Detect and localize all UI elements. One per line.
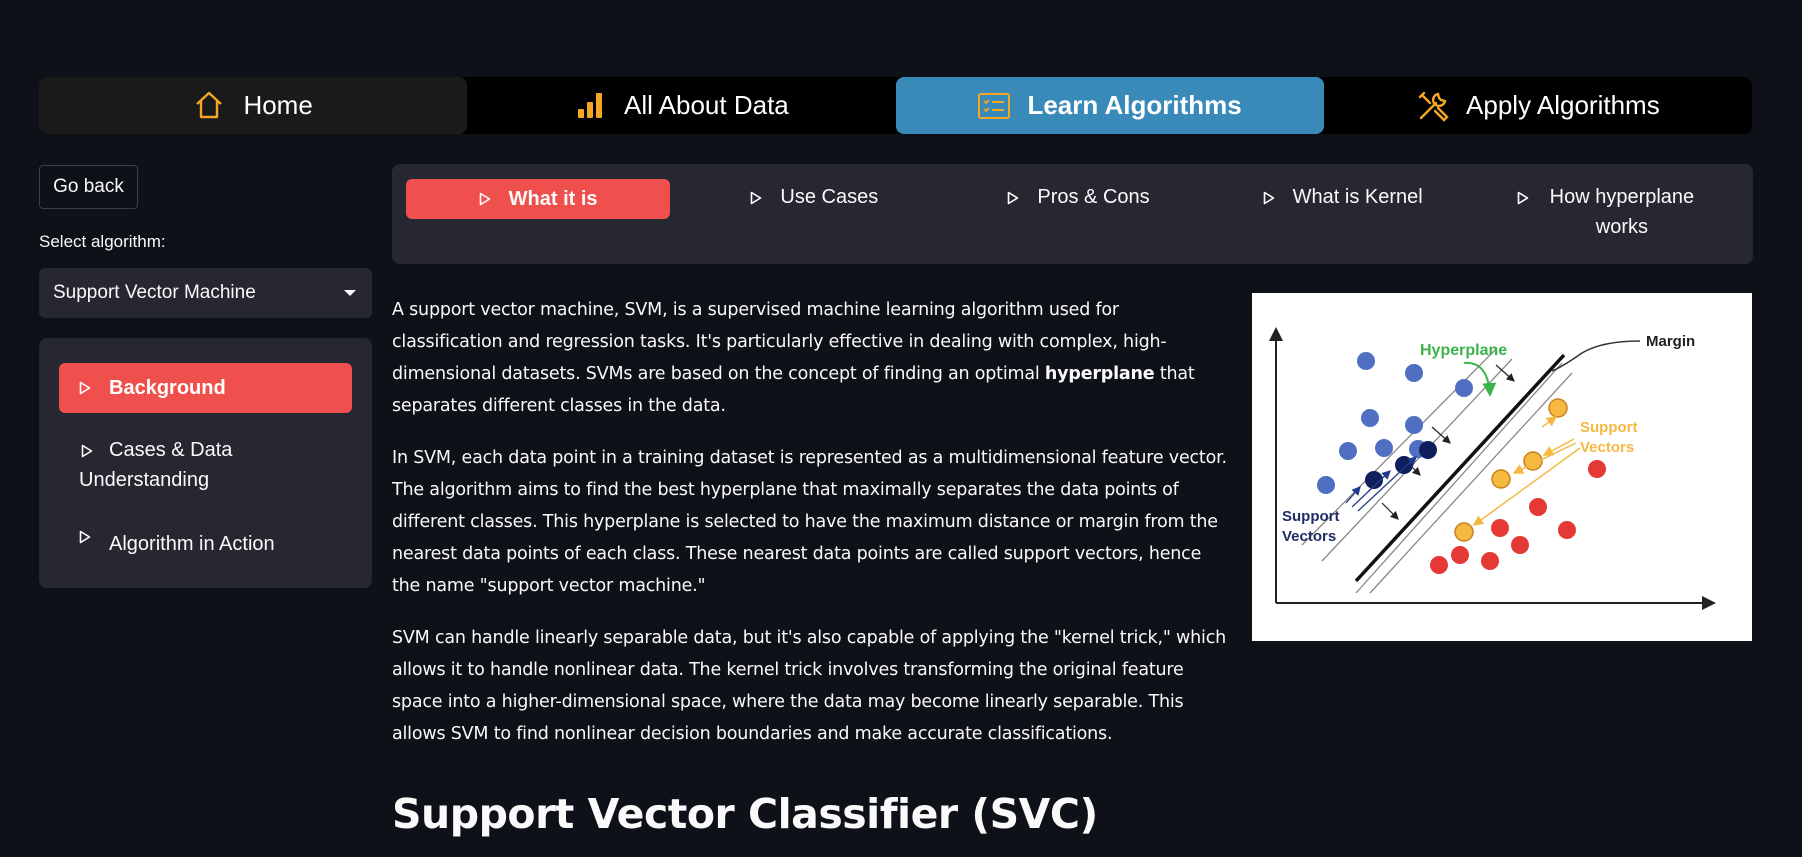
go-back-button[interactable]: Go back	[39, 165, 138, 209]
play-icon	[79, 380, 93, 396]
play-icon	[479, 191, 493, 207]
tab-pros-cons[interactable]: Pros & Cons	[946, 179, 1210, 249]
nav-tab-label: Home	[243, 90, 313, 120]
hyperplane-label: Hyperplane	[1420, 342, 1507, 359]
section-item-algorithm-in-action[interactable]: Algorithm in Action	[59, 517, 352, 571]
play-icon	[1007, 190, 1021, 206]
margin-label: Margin	[1646, 333, 1695, 350]
paragraph-bold-term: hyperplane	[1044, 364, 1155, 384]
section-item-label: Background	[109, 377, 226, 399]
section-item-background[interactable]: Background	[59, 363, 352, 413]
select-algorithm-label: Select algorithm:	[39, 232, 166, 251]
support-vectors-right-label-1: Support	[1580, 419, 1638, 436]
home-icon	[193, 89, 227, 123]
main-nav: Home All About Data Learn Algorithms App…	[39, 77, 1752, 134]
content-tabs: What it is Use Cases Pros & Cons What is…	[392, 164, 1753, 264]
content-body: A support vector machine, SVM, is a supe…	[392, 294, 1230, 770]
section-heading: Support Vector Classifier (SVC)	[392, 790, 1098, 838]
section-item-text: Cases & Data Understanding	[79, 435, 329, 495]
algorithm-select-value: Support Vector Machine	[53, 282, 256, 303]
tab-label: What is Kernel	[1292, 186, 1423, 208]
algorithm-select[interactable]: Support Vector Machine	[39, 268, 372, 318]
tools-icon	[1416, 89, 1450, 123]
support-vectors-right-label-2: Vectors	[1580, 439, 1634, 456]
class-a-points	[1317, 352, 1473, 494]
paragraph-feature-vector: In SVM, each data point in a training da…	[392, 448, 1227, 596]
support-vectors-left-label-1: Support	[1282, 508, 1340, 525]
tab-use-cases[interactable]: Use Cases	[682, 179, 946, 249]
bar-chart-icon	[574, 89, 608, 123]
svm-diagram-svg: Hyperplane Margin Support Vectors Suppor…	[1269, 327, 1716, 610]
tab-how-hyperplane-works[interactable]: How hyperplane works	[1475, 179, 1739, 249]
nav-tab-label: All About Data	[623, 90, 789, 120]
nav-tab-all-about-data[interactable]: All About Data	[467, 77, 895, 134]
nav-tab-label: Learn Algorithms	[1027, 90, 1242, 120]
play-icon	[79, 529, 93, 545]
nav-tab-apply-algorithms[interactable]: Apply Algorithms	[1324, 77, 1752, 134]
nav-tab-home[interactable]: Home	[39, 77, 468, 134]
play-icon	[81, 443, 95, 459]
play-icon	[750, 190, 764, 206]
nav-tab-learn-algorithms[interactable]: Learn Algorithms	[895, 77, 1324, 134]
section-item-label: Cases & Data Understanding	[79, 439, 233, 491]
tab-label: Pros & Cons	[1037, 186, 1150, 208]
play-icon	[1517, 190, 1531, 206]
section-menu: Background Cases & Data Understanding Al…	[39, 338, 372, 588]
tab-label: Use Cases	[780, 186, 879, 208]
list-card-icon	[977, 89, 1011, 123]
tab-label: How hyperplane works	[1549, 186, 1695, 238]
tab-label: What it is	[508, 188, 598, 210]
tab-what-is-kernel[interactable]: What is Kernel	[1211, 179, 1475, 249]
paragraph-intro: A support vector machine, SVM, is a supe…	[392, 294, 1230, 422]
chevron-down-icon	[344, 290, 356, 296]
section-item-label: Algorithm in Action	[109, 533, 275, 555]
support-vectors-left-label-2: Vectors	[1282, 528, 1336, 545]
svm-diagram: Hyperplane Margin Support Vectors Suppor…	[1252, 293, 1752, 641]
section-item-cases-data[interactable]: Cases & Data Understanding	[59, 423, 352, 507]
nav-tab-label: Apply Algorithms	[1466, 90, 1660, 120]
tab-what-it-is[interactable]: What it is	[406, 179, 671, 219]
class-b-points	[1430, 460, 1606, 574]
paragraph-kernel-trick: SVM can handle linearly separable data, …	[392, 628, 1227, 744]
play-icon	[1263, 190, 1277, 206]
